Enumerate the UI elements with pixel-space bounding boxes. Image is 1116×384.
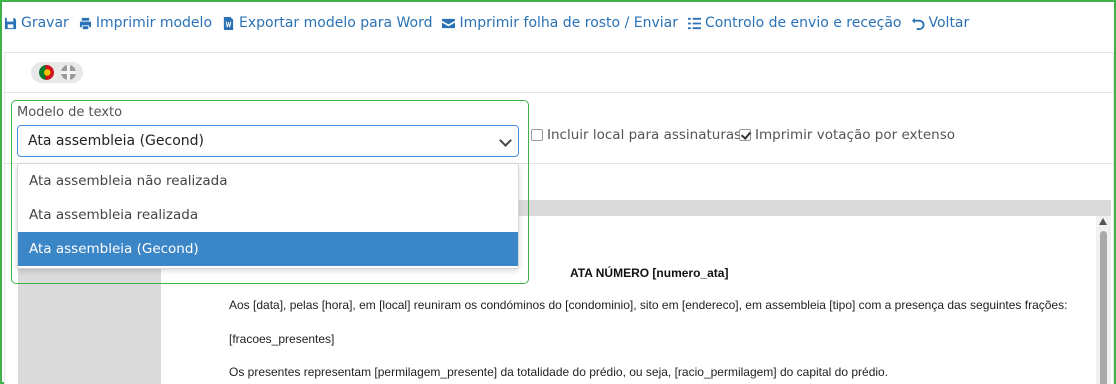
print-vote-in-words-option[interactable]: Imprimir votação por extenso [739, 127, 955, 143]
document-paragraph: Os presentes representam [permilagem_pre… [229, 365, 889, 379]
scroll-up-icon[interactable] [1099, 218, 1107, 225]
include-signature-place-option[interactable]: Incluir local para assinaturas [531, 127, 741, 143]
back-label: Voltar [928, 15, 970, 31]
word-file-icon [223, 16, 234, 30]
send-control-label: Controlo de envio e receção [704, 15, 902, 31]
save-button[interactable]: Gravar [4, 15, 69, 31]
export-word-button[interactable]: Exportar modelo para Word [222, 15, 432, 31]
chevron-down-icon [499, 134, 512, 147]
print-vote-in-words-checkbox[interactable] [739, 129, 751, 141]
template-option[interactable]: Ata assembleia não realizada [18, 164, 518, 198]
send-control-button[interactable]: Controlo de envio e receção [687, 15, 902, 31]
flag-portugal-icon[interactable] [38, 65, 54, 80]
save-label: Gravar [21, 15, 69, 31]
template-option-selected[interactable]: Ata assembleia (Gecond) [18, 232, 518, 266]
print-template-button[interactable]: Imprimir modelo [79, 15, 212, 31]
template-select-value: Ata assembleia (Gecond) [28, 133, 204, 149]
export-word-label: Exportar modelo para Word [239, 15, 433, 31]
list-icon [687, 17, 701, 29]
section-divider [5, 92, 1113, 93]
flag-uk-icon[interactable] [60, 65, 76, 80]
undo-icon [911, 17, 925, 30]
template-select-label: Modelo de texto [17, 105, 123, 120]
scrollbar-thumb[interactable] [1100, 231, 1107, 384]
document-title: ATA NÚMERO [numero_ata] [570, 266, 729, 280]
template-options-list: Ata assembleia não realizada Ata assembl… [17, 163, 519, 269]
include-signature-place-checkbox[interactable] [531, 129, 543, 141]
language-switcher [31, 62, 83, 83]
print-cover-send-button[interactable]: Imprimir folha de rosto / Enviar [442, 15, 678, 31]
template-select[interactable]: Ata assembleia (Gecond) [17, 125, 519, 157]
toolbar: Gravar Imprimir modelo Exportar modelo p… [4, 12, 969, 34]
print-template-label: Imprimir modelo [95, 15, 213, 31]
back-button[interactable]: Voltar [911, 15, 970, 31]
include-signature-place-label: Incluir local para assinaturas [547, 127, 742, 143]
template-option[interactable]: Ata assembleia realizada [18, 198, 518, 232]
document-scrollbar[interactable] [1096, 216, 1111, 384]
print-icon [79, 17, 91, 29]
envelope-icon [442, 18, 456, 28]
print-vote-in-words-label: Imprimir votação por extenso [755, 127, 955, 143]
document-paragraph: Aos [data], pelas [hora], em [local] reu… [229, 298, 1068, 312]
print-cover-send-label: Imprimir folha de rosto / Enviar [459, 15, 678, 31]
save-icon [4, 17, 17, 29]
document-paragraph: [fracoes_presentes] [229, 332, 335, 346]
